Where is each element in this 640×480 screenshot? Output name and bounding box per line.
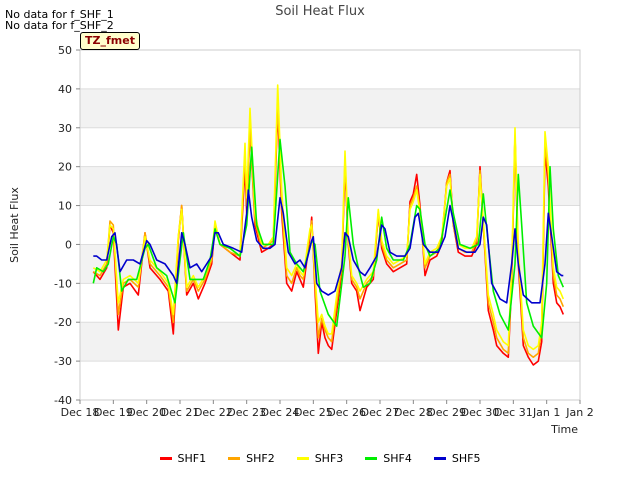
x-tick-label: Dec 31 (494, 406, 533, 419)
site-badge: TZ_fmet (80, 32, 140, 50)
legend-item-shf1: SHF1 (159, 452, 207, 465)
legend-label: SHF1 (177, 452, 207, 465)
legend-item-shf2: SHF2 (228, 452, 275, 465)
no-data-note-2: No data for f_SHF_2 (5, 19, 114, 32)
y-tick-label: 10 (58, 200, 72, 213)
x-tick-label: Jan 2 (565, 406, 593, 419)
legend-swatch (365, 457, 378, 460)
soil-heat-flux-chart: -40-30-20-1001020304050 Dec 18Dec 19Dec … (8, 4, 594, 436)
legend-item-shf4: SHF4 (365, 452, 412, 465)
chart-title: Soil Heat Flux (275, 4, 365, 19)
x-tick-label: Jan 1 (532, 406, 560, 419)
legend-item-shf3: SHF3 (296, 452, 344, 465)
y-axis-label: Soil Heat Flux (8, 187, 21, 263)
legend-swatch (159, 457, 172, 460)
band-10-20 (80, 166, 580, 206)
legend-label: SHF5 (451, 452, 481, 465)
y-tick-label: 20 (58, 161, 72, 174)
legend-swatch (433, 457, 446, 460)
x-axis-ticks: Dec 18Dec 19Dec 20Dec 21Dec 22Dec 23Dec … (61, 400, 594, 419)
y-tick-label: 40 (58, 83, 72, 96)
legend-label: SHF3 (314, 452, 344, 465)
legend-swatch (228, 457, 241, 460)
legend: SHF1 SHF2 SHF3 SHF4 SHF5 (0, 452, 640, 465)
y-axis-ticks: -40-30-20-1001020304050 (54, 44, 80, 407)
y-tick-label: 30 (58, 122, 72, 135)
legend-item-shf5: SHF5 (433, 452, 481, 465)
band-20-30 (80, 127, 580, 167)
y-tick-label: -30 (54, 355, 72, 368)
legend-label: SHF2 (246, 452, 275, 465)
y-tick-label: -20 (54, 316, 72, 329)
x-axis-label: Time (550, 423, 578, 436)
legend-label: SHF4 (383, 452, 412, 465)
y-tick-label: 0 (65, 238, 72, 251)
band-0-10 (80, 205, 580, 245)
legend-swatch (296, 457, 309, 460)
y-tick-label: -10 (54, 277, 72, 290)
band-30-40 (80, 88, 580, 128)
band--40--30 (80, 361, 580, 400)
band-40-50 (80, 50, 580, 89)
y-tick-label: 50 (58, 44, 72, 57)
